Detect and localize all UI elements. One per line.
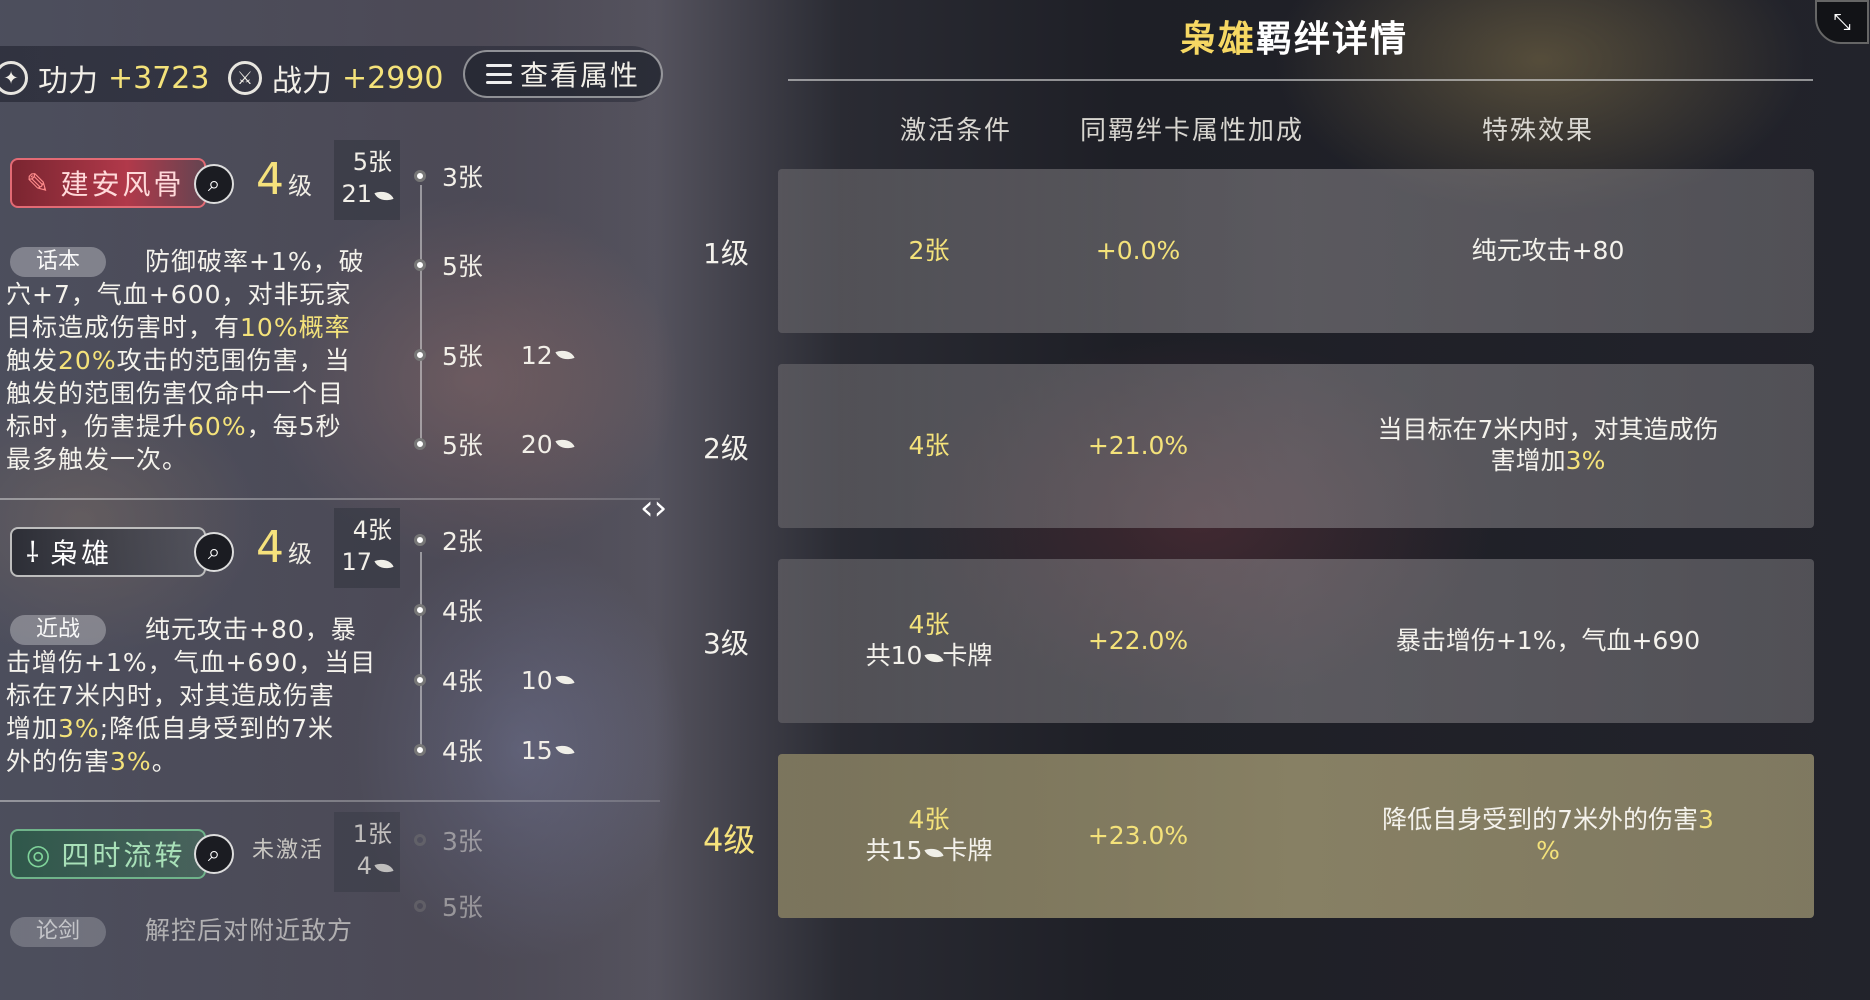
- brush-icon: ✎: [26, 166, 53, 200]
- detail-title: 枭雄羁绊详情: [1180, 19, 1409, 60]
- power-value: +3723: [108, 60, 210, 96]
- row-effect: 当目标在7米内时，对其造成伤 害增加3%: [1377, 415, 1719, 475]
- bond-description: 解控后对附近敌方: [145, 916, 354, 945]
- bond-description: 纯元攻击+80，暴 击增伤+1%，气血+690，当目 标在7米内时，对其造成伤害…: [6, 615, 377, 776]
- bond-name: 建安风骨: [60, 168, 185, 201]
- tier-line: [420, 552, 422, 752]
- bond-tag-jianan[interactable]: ✎ 建安风骨: [10, 158, 206, 208]
- row-effect: 降低自身受到的7米外的伤害3 %: [1382, 805, 1714, 865]
- title-divider: [788, 79, 1813, 81]
- divider: [0, 800, 660, 802]
- tier-row: 5张: [414, 247, 483, 283]
- tier-row: 3张: [414, 822, 483, 858]
- row-level: 1级: [703, 237, 749, 270]
- row-condition: 2张: [908, 236, 950, 265]
- category-pill: 论剑: [10, 917, 107, 947]
- row-condition: 4张: [908, 431, 950, 460]
- row-bonus: +0.0%: [1095, 236, 1181, 265]
- leaf-icon: [555, 435, 575, 453]
- col-head-condition: 激活条件: [900, 116, 1013, 146]
- row-bonus: +21.0%: [1087, 431, 1189, 460]
- leaf-icon: [374, 555, 394, 573]
- row-effect: 暴击增伤+1%，气血+690: [1395, 626, 1701, 655]
- row-effect: 纯元攻击+80: [1471, 236, 1625, 265]
- tier-row: 4张 10: [414, 662, 575, 698]
- chevron-right-icon[interactable]: ‹›: [640, 488, 667, 528]
- bond-count-box: 1张 4: [334, 812, 400, 892]
- leaf-icon: [374, 187, 394, 205]
- tier-row: 2张: [414, 522, 483, 558]
- row-condition: 4张 共10 卡牌: [865, 610, 993, 670]
- tier-line: [420, 185, 422, 445]
- row-level: 3级: [703, 627, 749, 660]
- bond-description: 防御破率+1%，破 穴+7，气血+600，对非玩家 目标造成伤害时，有10%概率…: [6, 247, 365, 474]
- sword-icon: ⸸: [26, 536, 43, 569]
- leaf-icon: [555, 671, 575, 689]
- power-label: 功力: [38, 64, 98, 99]
- swirl-icon: ◎: [26, 837, 54, 871]
- bond-level: 4级: [256, 522, 312, 573]
- collapse-icon[interactable]: ⤡: [1815, 0, 1869, 44]
- leaf-count: 4: [334, 850, 394, 882]
- col-head-bonus: 同羁绊卡属性加成: [1080, 116, 1305, 146]
- bond-name: 四时流转: [61, 839, 186, 872]
- card-count: 5张: [352, 148, 392, 176]
- view-attributes-label: 查看属性: [519, 59, 640, 92]
- leaf-icon: [555, 346, 575, 364]
- stats-bar: ✦ 功力 +3723 ⚔ 战力 +2990 查看属性: [0, 46, 663, 102]
- search-icon[interactable]: ⌕: [194, 532, 234, 572]
- tier-row: 4张 15: [414, 732, 575, 768]
- tier-row: 5张: [414, 888, 483, 924]
- power-stat: ✦ 功力 +3723: [0, 56, 209, 100]
- row-bonus: +22.0%: [1087, 626, 1189, 655]
- bond-count-box: 5张 21: [334, 140, 400, 220]
- view-attributes-button[interactable]: 查看属性: [463, 50, 663, 98]
- card-count: 4张: [352, 516, 392, 544]
- bond-name: 枭雄: [50, 537, 113, 570]
- combat-stat: ⚔ 战力 +2990: [228, 56, 443, 100]
- bond-tag-sishi[interactable]: ◎ 四时流转: [10, 829, 206, 879]
- tier-row: 4张: [414, 592, 483, 628]
- leaf-count: 17: [334, 546, 394, 578]
- bond-tag-xiaoxiong[interactable]: ⸸ 枭雄: [10, 527, 206, 577]
- leaf-count: 21: [334, 178, 394, 210]
- divider: [0, 498, 660, 500]
- combat-label: 战力: [272, 64, 332, 99]
- card-count: 1张: [352, 820, 392, 848]
- row-level-active: 4级: [703, 821, 756, 859]
- tier-row: 3张: [414, 158, 483, 194]
- combat-icon: ⚔: [228, 61, 262, 95]
- row-bonus: +23.0%: [1087, 821, 1189, 850]
- bond-count-box: 4张 17: [334, 508, 400, 588]
- power-icon: ✦: [0, 61, 28, 95]
- bond-level: 4级: [256, 154, 312, 205]
- detail-row-active: 4张 共15 卡牌 +23.0% 降低自身受到的7米外的伤害3 %: [778, 754, 1814, 918]
- list-icon: [485, 64, 512, 84]
- detail-row: 4张 +21.0% 当目标在7米内时，对其造成伤 害增加3%: [778, 364, 1814, 528]
- detail-row: 2张 +0.0% 纯元攻击+80: [778, 169, 1814, 333]
- combat-value: +2990: [342, 60, 444, 96]
- col-head-effect: 特殊效果: [1482, 116, 1595, 146]
- tier-row: 5张 20: [414, 426, 575, 462]
- row-level: 2级: [703, 432, 749, 465]
- detail-row: 4张 共10 卡牌 +22.0% 暴击增伤+1%，气血+690: [778, 559, 1814, 723]
- leaf-icon: [374, 859, 394, 877]
- tier-row: 5张 12: [414, 337, 575, 373]
- search-icon[interactable]: ⌕: [194, 834, 234, 874]
- leaf-icon: [555, 741, 575, 759]
- row-condition: 4张 共15 卡牌: [865, 805, 993, 865]
- search-icon[interactable]: ⌕: [194, 164, 234, 204]
- inactive-status: 未激活: [252, 838, 325, 863]
